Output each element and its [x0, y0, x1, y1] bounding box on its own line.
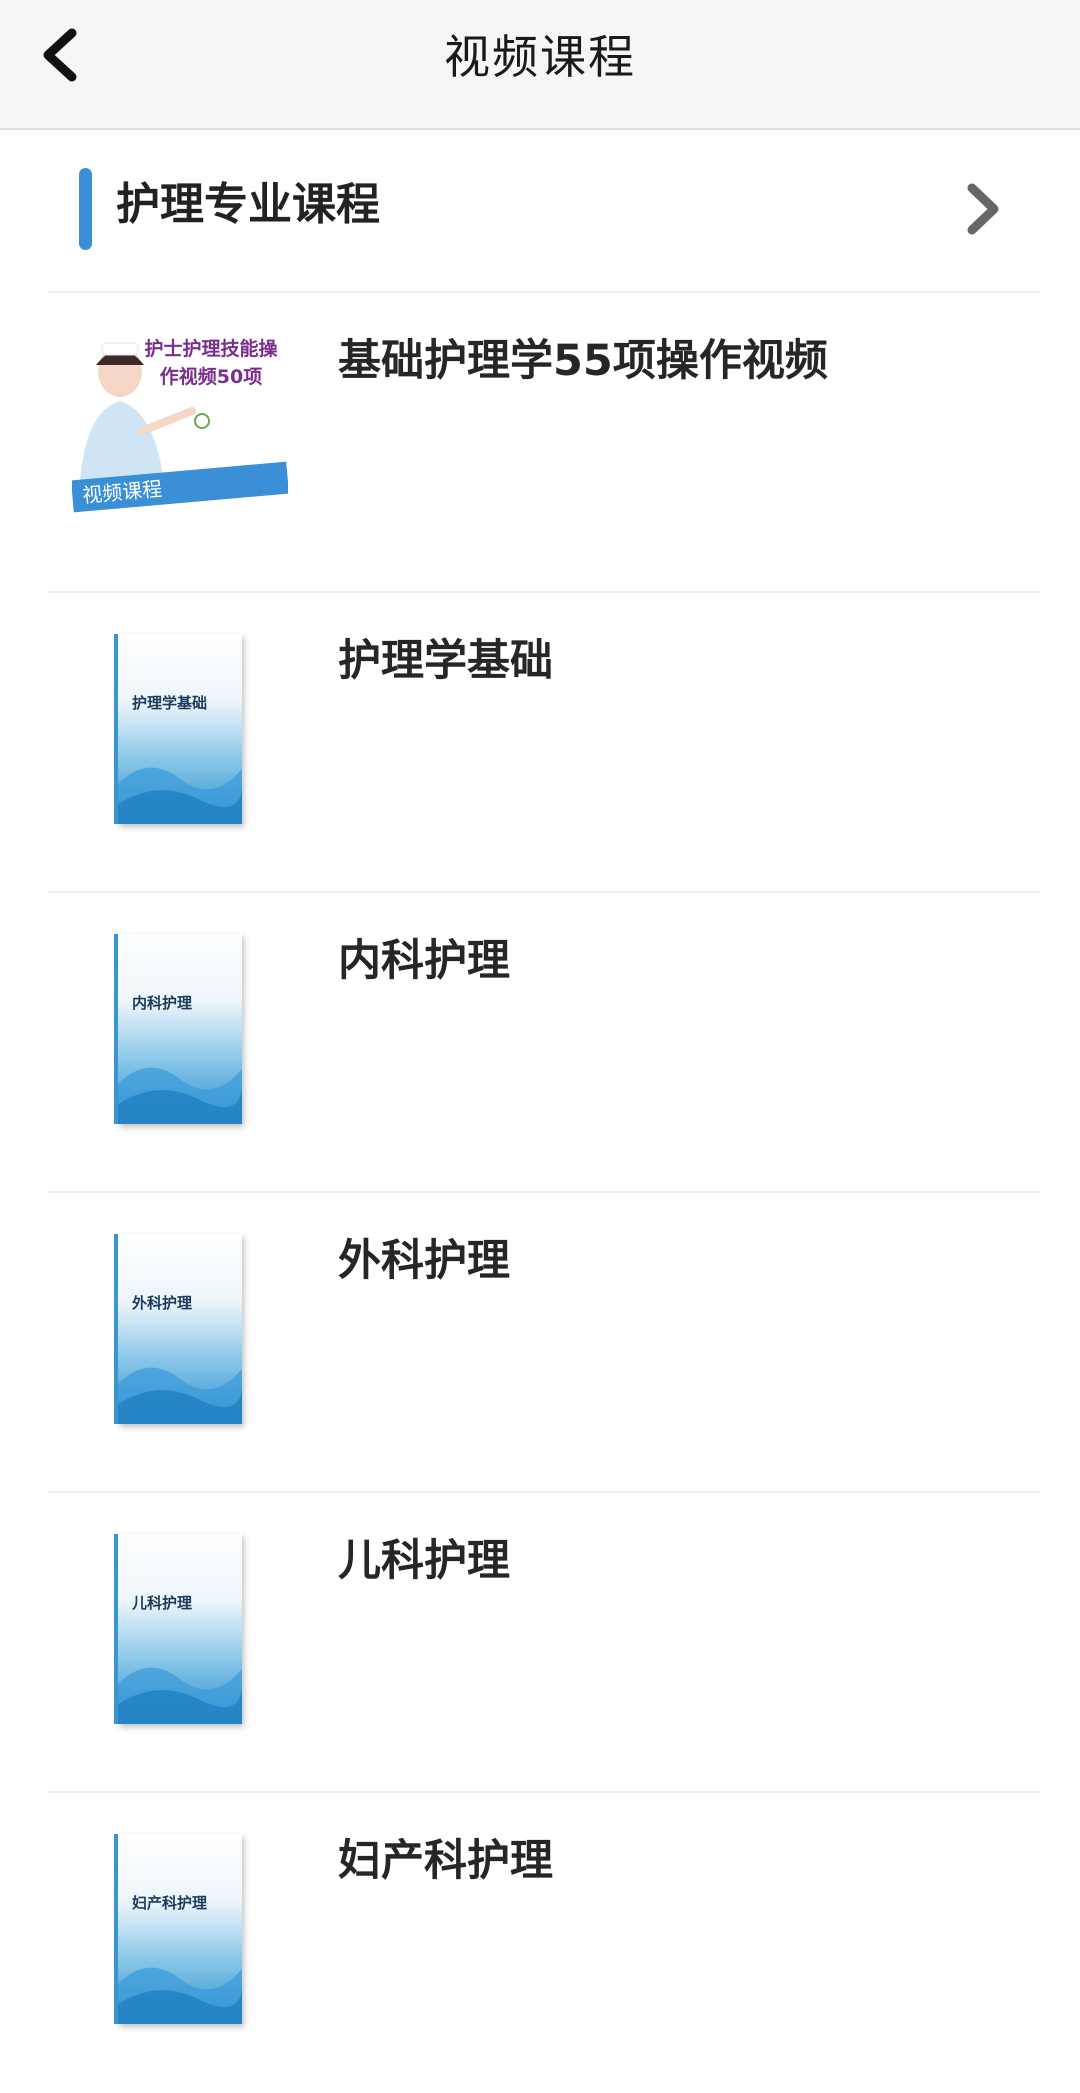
book-cover-title: 妇产科护理 — [132, 1894, 208, 1912]
course-item[interactable]: 护理学基础 护理学基础 — [48, 593, 1040, 893]
promo-title: 护士护理技能操 作视频50项 — [136, 335, 286, 391]
book-cover: 内科护理 — [118, 934, 242, 1124]
course-cover: 内科护理 — [72, 921, 288, 1137]
book-cover-title: 外科护理 — [132, 1294, 193, 1312]
course-title: 妇产科护理 — [338, 1836, 553, 1886]
cover-wave — [118, 1667, 242, 1724]
top-navigation-bar: 视频课程 — [0, 0, 1080, 130]
promo-title-line1: 护士护理技能操 — [144, 338, 278, 360]
section-header[interactable]: 护理专业课程 — [48, 130, 1040, 293]
course-title: 外科护理 — [338, 1236, 510, 1286]
course-cover: 儿科护理 — [72, 1521, 288, 1737]
book-cover-title: 内科护理 — [132, 994, 193, 1012]
page-title: 视频课程 — [444, 30, 636, 84]
course-title: 内科护理 — [338, 936, 510, 986]
course-item[interactable]: 妇产科护理 妇产科护理 — [48, 1793, 1040, 2093]
course-item[interactable]: 护士护理技能操 作视频50项 视频课程 基础护理学55项操作视频 — [48, 293, 1040, 593]
book-cover-title: 护理学基础 — [132, 694, 208, 712]
course-title: 护理学基础 — [338, 636, 553, 686]
book-cover: 妇产科护理 — [118, 1834, 242, 2024]
course-cover: 妇产科护理 — [72, 1821, 288, 2037]
course-title: 儿科护理 — [338, 1536, 510, 1586]
course-cover: 护士护理技能操 作视频50项 视频课程 — [72, 321, 288, 537]
course-item[interactable]: 儿科护理 儿科护理 — [48, 1493, 1040, 1793]
cover-wave — [118, 1367, 242, 1424]
book-cover-title: 儿科护理 — [132, 1594, 193, 1612]
cover-wave — [118, 1967, 242, 2024]
promo-title-line2: 作视频50项 — [159, 366, 263, 388]
course-item[interactable]: 内科护理 内科护理 — [48, 893, 1040, 1193]
promo-cover: 护士护理技能操 作视频50项 视频课程 — [72, 331, 288, 527]
section-title: 护理专业课程 — [116, 179, 380, 230]
chevron-right-icon[interactable] — [964, 182, 1004, 236]
cover-wave — [118, 1067, 242, 1124]
course-cover: 护理学基础 — [72, 621, 288, 837]
book-cover: 护理学基础 — [118, 634, 242, 824]
course-list: 护士护理技能操 作视频50项 视频课程 基础护理学55项操作视频 护理学基础 护… — [48, 293, 1040, 2093]
cover-wave — [118, 767, 242, 824]
book-cover: 儿科护理 — [118, 1534, 242, 1724]
course-title: 基础护理学55项操作视频 — [338, 336, 828, 386]
course-cover: 外科护理 — [72, 1221, 288, 1437]
section-accent-bar — [79, 168, 92, 250]
course-item[interactable]: 外科护理 外科护理 — [48, 1193, 1040, 1493]
book-cover: 外科护理 — [118, 1234, 242, 1424]
